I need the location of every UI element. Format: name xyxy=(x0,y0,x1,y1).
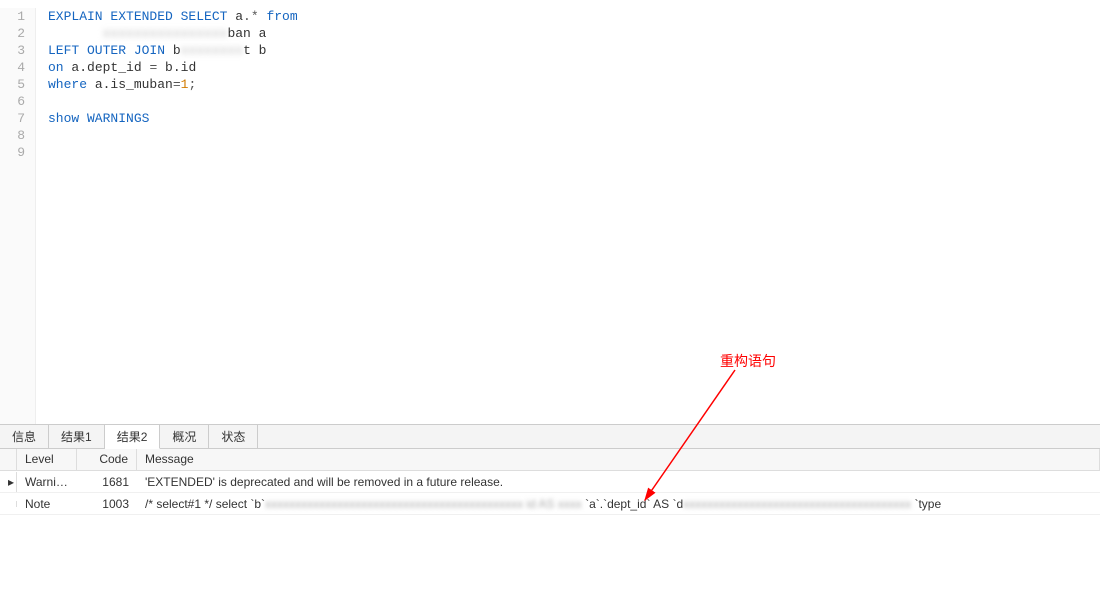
cell-level: Note xyxy=(17,494,77,514)
code-line[interactable] xyxy=(48,127,298,144)
code-line[interactable]: where a.is_muban=1; xyxy=(48,76,298,93)
result-tab-结果2[interactable]: 结果2 xyxy=(105,425,161,449)
line-number: 3 xyxy=(0,42,25,59)
code-line[interactable] xyxy=(48,93,298,110)
line-number: 6 xyxy=(0,93,25,110)
result-tab-概况[interactable]: 概况 xyxy=(160,425,209,448)
line-number: 9 xyxy=(0,144,25,161)
result-tabs: 信息结果1结果2概况状态 xyxy=(0,425,1100,449)
grid-header: Level Code Message xyxy=(0,449,1100,471)
line-number: 5 xyxy=(0,76,25,93)
sql-editor[interactable]: 123456789 EXPLAIN EXTENDED SELECT a.* fr… xyxy=(0,4,1100,424)
row-marker xyxy=(0,501,17,507)
code-line[interactable]: EXPLAIN EXTENDED SELECT a.* from xyxy=(48,8,298,25)
table-row[interactable]: ▸Warning1681'EXTENDED' is deprecated and… xyxy=(0,471,1100,493)
line-number: 1 xyxy=(0,8,25,25)
cell-code: 1003 xyxy=(77,494,137,514)
result-tab-结果1[interactable]: 结果1 xyxy=(49,425,105,448)
cell-code: 1681 xyxy=(77,472,137,492)
code-content[interactable]: EXPLAIN EXTENDED SELECT a.* from xxxxxxx… xyxy=(36,8,298,424)
result-tab-信息[interactable]: 信息 xyxy=(0,425,49,448)
code-line[interactable]: LEFT OUTER JOIN bxxxxxxxxt b xyxy=(48,42,298,59)
code-line[interactable]: xxxxxxxxxxxxxxxxban a xyxy=(48,25,298,42)
line-number: 8 xyxy=(0,127,25,144)
results-panel: 信息结果1结果2概况状态 Level Code Message ▸Warning… xyxy=(0,424,1100,515)
results-grid: Level Code Message ▸Warning1681'EXTENDED… xyxy=(0,449,1100,515)
header-code[interactable]: Code xyxy=(77,449,137,470)
code-line[interactable]: show WARNINGS xyxy=(48,110,298,127)
line-gutter: 123456789 xyxy=(0,8,36,424)
cell-level: Warning xyxy=(17,472,77,492)
cell-message: 'EXTENDED' is deprecated and will be rem… xyxy=(137,472,1100,492)
code-line[interactable] xyxy=(48,144,298,161)
cell-message: /* select#1 */ select `b`xxxxxxxxxxxxxxx… xyxy=(137,494,1100,514)
code-line[interactable]: on a.dept_id = b.id xyxy=(48,59,298,76)
line-number: 7 xyxy=(0,110,25,127)
row-marker: ▸ xyxy=(0,472,17,492)
table-row[interactable]: Note1003/* select#1 */ select `b`xxxxxxx… xyxy=(0,493,1100,515)
line-number: 4 xyxy=(0,59,25,76)
result-tab-状态[interactable]: 状态 xyxy=(209,425,258,448)
line-number: 2 xyxy=(0,25,25,42)
header-marker xyxy=(0,449,17,470)
header-level[interactable]: Level xyxy=(17,449,77,470)
header-message[interactable]: Message xyxy=(137,449,1100,470)
